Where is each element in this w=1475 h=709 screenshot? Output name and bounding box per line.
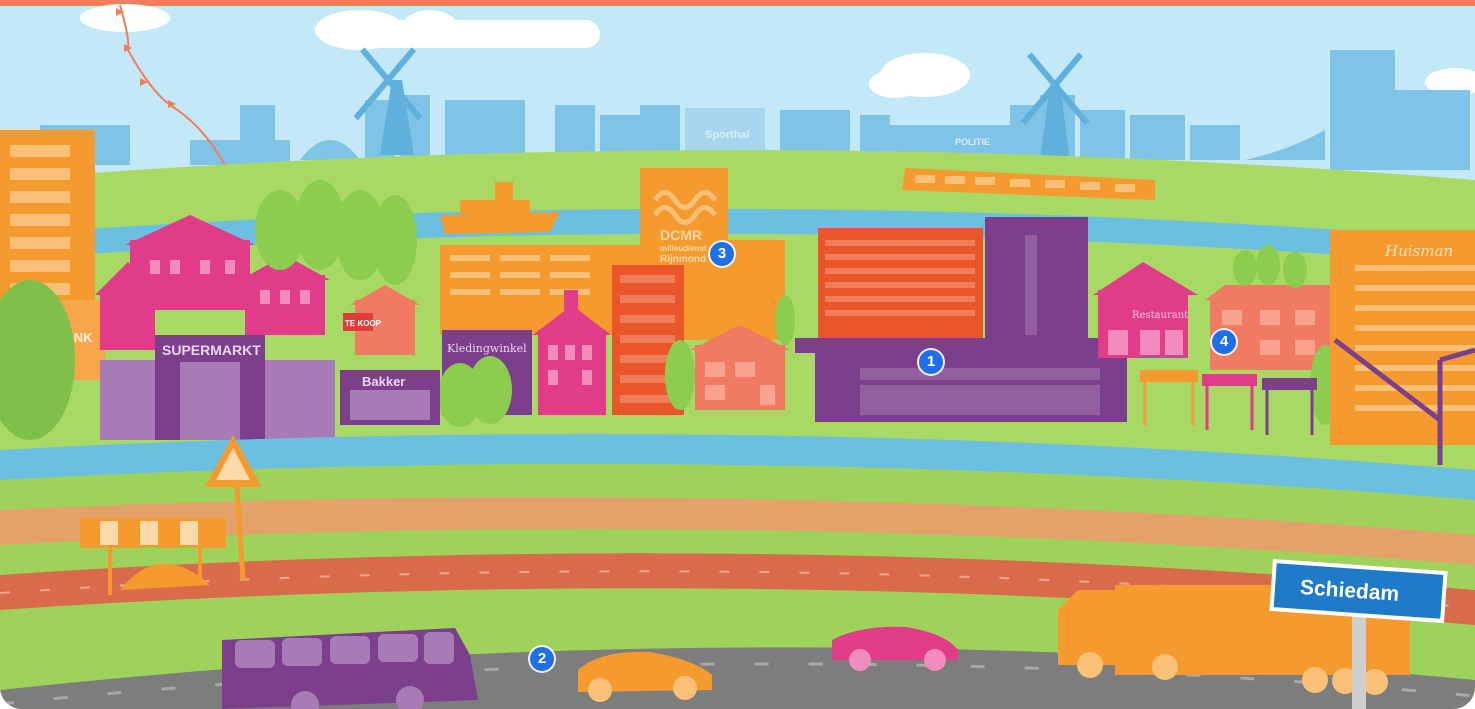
politie-label: POLITIE: [955, 137, 990, 147]
town-scene: Sporthal POLITIE BANK DCMR milieudienst …: [0, 0, 1475, 709]
supermarkt-label: SUPERMARKT: [162, 342, 261, 358]
office-block: [440, 245, 640, 335]
dcmr-sub2: Rijnmond: [660, 254, 706, 265]
marker-2[interactable]: 2: [530, 647, 554, 671]
scene-illustration: Sporthal POLITIE BANK DCMR milieudienst …: [0, 0, 1475, 709]
marker-1[interactable]: 1: [919, 350, 943, 374]
te-koop-label: TE KOOP: [345, 319, 382, 328]
huisman-label: Huisman: [1384, 242, 1453, 260]
top-bar: [0, 0, 1475, 6]
large-office: [818, 217, 1088, 348]
bakker-label: Bakker: [362, 374, 405, 389]
huisman-building: [1330, 230, 1475, 445]
restaurant-label: Restaurant: [1132, 310, 1188, 321]
sporthal-label: Sporthal: [705, 129, 750, 141]
marker-4[interactable]: 4: [1212, 330, 1236, 354]
bus: [222, 628, 478, 709]
shopping-center: [795, 338, 1130, 422]
marker-3[interactable]: 3: [710, 242, 734, 266]
dcmr-label: DCMR: [660, 227, 702, 243]
dcmr-sub1: milieudienst: [660, 244, 707, 253]
kledingwinkel-label: Kledingwinkel: [447, 342, 527, 355]
